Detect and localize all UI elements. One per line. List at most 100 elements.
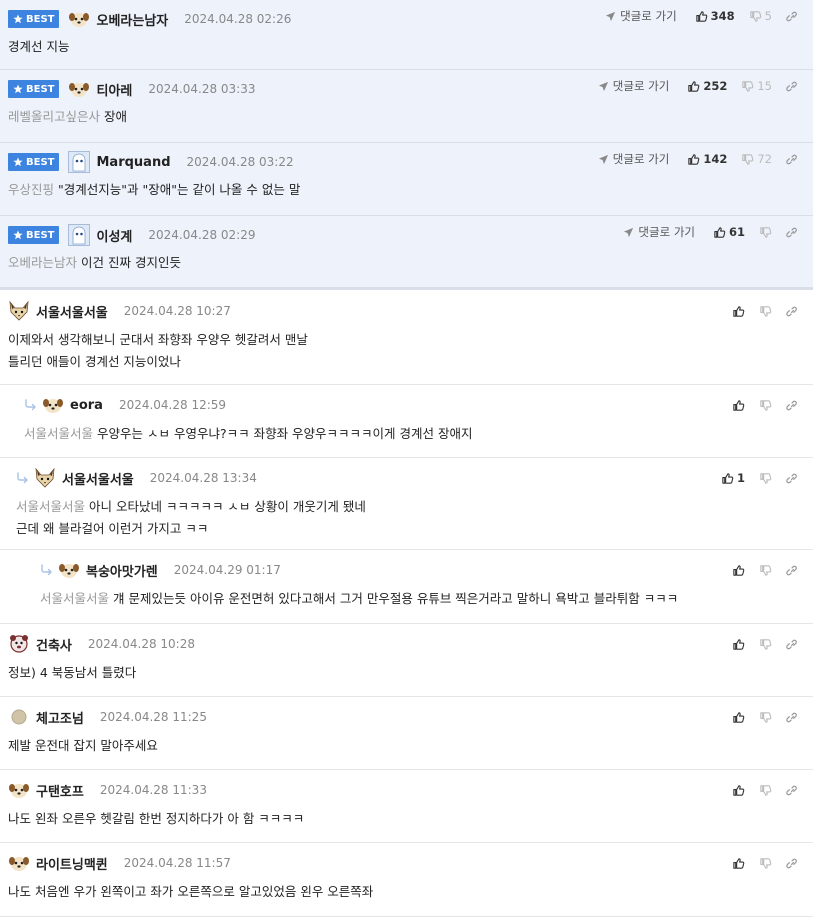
avatar [8,779,30,801]
downvote-button[interactable] [759,226,772,239]
goto-comment-link[interactable]: 댓글로 가기 [605,8,677,24]
comment-line: 제발 운전대 잡지 말아주세요 [8,735,793,757]
avatar [42,394,64,416]
upvote-button[interactable] [732,638,745,651]
reply-comment: eora 2024.04.28 12:59 서울서울서울 우양우는 ㅅㅂ 우영우냐?ㅋ… [0,385,813,458]
downvote-button[interactable] [759,711,772,724]
send-icon [598,154,609,165]
comment-text: 정보) 4 북동남서 틀렸다 [8,665,137,680]
reply-mention: 서울서울서울 [24,426,94,441]
upvote-count: 61 [728,225,745,239]
copy-link-button[interactable] [786,564,799,577]
thumbs-up-icon [732,857,745,870]
thumbs-down-icon [759,305,772,318]
downvote-button[interactable] [759,638,772,651]
best-badge-label: BEST [26,13,55,25]
upvote-button[interactable]: 61 [713,225,745,239]
copy-link-button[interactable] [786,472,799,485]
comment-line: 서울서울서울 걔 문제있는듯 아이유 운전면허 있다고해서 그거 만우절용 유튜브… [40,588,793,610]
comment-line: 서울서울서울 아니 오타났네 ㅋㅋㅋㅋㅋ ㅅㅂ 상황이 개웃기게 됐네 [16,496,793,518]
downvote-button[interactable]: 15 [741,79,772,93]
author-nickname: 오베라는남자 [96,13,169,29]
avatar [8,706,30,728]
upvote-button[interactable]: 252 [687,79,727,93]
goto-comment-label: 댓글로 가기 [612,152,670,166]
author-nickname: 서울서울서울 [36,305,108,321]
comment-actions: 댓글로 가기 142 72 [598,149,799,169]
comment-body: 레벨올리고싶은사 장애 [8,106,793,128]
upvote-count: 348 [710,9,735,23]
comment-line: 근데 왜 블라걸어 이런거 가지고 ㅋㅋ [16,518,793,540]
comment-date: 2024.04.28 03:33 [148,82,256,96]
comment-text: 틀리던 애들이 경계선 지능이었나 [8,354,181,369]
downvote-button[interactable] [759,472,772,485]
upvote-button[interactable] [732,711,745,724]
link-icon [786,80,799,93]
reply-mention: 우상진핑 [8,182,55,197]
best-badge: BEST [8,80,60,98]
goto-comment-link[interactable]: 댓글로 가기 [598,78,669,94]
comment-actions: 1 [721,468,799,488]
thumbs-down-icon [759,857,772,870]
goto-comment-link[interactable]: 댓글로 가기 [598,151,670,167]
upvote-button[interactable]: 348 [695,9,735,23]
upvote-button[interactable] [732,857,745,870]
avatar [68,224,91,246]
comment-header: 구탠호프 2024.04.28 11:33 [0,776,813,804]
link-icon [786,564,799,577]
downvote-button[interactable] [759,305,772,318]
goto-comment-label: 댓글로 가기 [638,225,695,239]
author-nickname: eora [70,397,103,413]
goto-comment-link[interactable]: 댓글로 가기 [623,224,695,240]
avatar [68,78,90,100]
downvote-button[interactable] [759,784,772,797]
link-icon [786,399,799,412]
comment-line: 나도 처음엔 우가 왼쪽이고 좌가 오른쪽으로 알고있었음 왼우 오른쪽좌 [8,881,793,903]
downvote-button[interactable]: 5 [749,9,772,23]
send-icon [598,81,609,92]
thumbs-up-icon [732,305,745,318]
copy-link-button[interactable] [786,711,799,724]
copy-link-button[interactable] [786,10,799,23]
thumbs-up-icon [721,472,734,485]
upvote-count: 252 [703,79,728,93]
star-icon [13,14,23,24]
comment-body: 이제와서 생각해보니 군대서 좌향좌 우양우 헷갈려서 맨날 틀리던 애들이 경계… [8,329,793,373]
copy-link-button[interactable] [786,226,799,239]
copy-link-button[interactable] [786,857,799,870]
downvote-button[interactable] [759,564,772,577]
upvote-count: 142 [703,152,728,166]
comment-actions: 댓글로 가기 252 15 [598,76,799,96]
upvote-button[interactable] [732,399,745,412]
upvote-button[interactable]: 142 [687,152,727,166]
comment-body: 우상진핑 "경계선지능"과 "장애"는 같이 나올 수 없는 말 [8,179,793,201]
author-nickname: 라이트닝맥퀸 [36,857,108,873]
comment-text: 근데 왜 블라걸어 이런거 가지고 ㅋㅋ [16,521,209,536]
comment-body: 나도 왼좌 오른우 헷갈림 한번 정지하다가 아 함 ㅋㅋㅋㅋ [8,808,793,830]
upvote-button[interactable] [732,784,745,797]
comment-line: 정보) 4 북동남서 틀렸다 [8,662,793,684]
best-badge: BEST [8,226,60,244]
goto-comment-label: 댓글로 가기 [620,9,677,23]
comment-body: 제발 운전대 잡지 말아주세요 [8,735,793,757]
comment-text: 걔 문제있는듯 아이유 운전면허 있다고해서 그거 만우절용 유튜브 찍은거라고… [113,591,679,606]
copy-link-button[interactable] [786,153,799,166]
author-nickname: 서울서울서울 [62,472,134,488]
comment-body: 나도 처음엔 우가 왼쪽이고 좌가 오른쪽으로 알고있었음 왼우 오른쪽좌 [8,881,793,903]
comment-header: 라이트닝맥퀸 2024.04.28 11:57 [0,849,813,877]
upvote-button[interactable] [732,305,745,318]
comment-line: 나도 왼좌 오른우 헷갈림 한번 정지하다가 아 함 ㅋㅋㅋㅋ [8,808,793,830]
copy-link-button[interactable] [786,399,799,412]
copy-link-button[interactable] [786,305,799,318]
upvote-button[interactable]: 1 [721,471,745,485]
copy-link-button[interactable] [786,80,799,93]
copy-link-button[interactable] [786,638,799,651]
upvote-button[interactable] [732,564,745,577]
downvote-button[interactable]: 72 [741,152,772,166]
copy-link-button[interactable] [786,784,799,797]
comment-date: 2024.04.28 02:26 [184,12,292,26]
best-badge-label: BEST [26,83,55,95]
downvote-button[interactable] [759,399,772,412]
comment-actions [732,301,799,321]
downvote-button[interactable] [759,857,772,870]
